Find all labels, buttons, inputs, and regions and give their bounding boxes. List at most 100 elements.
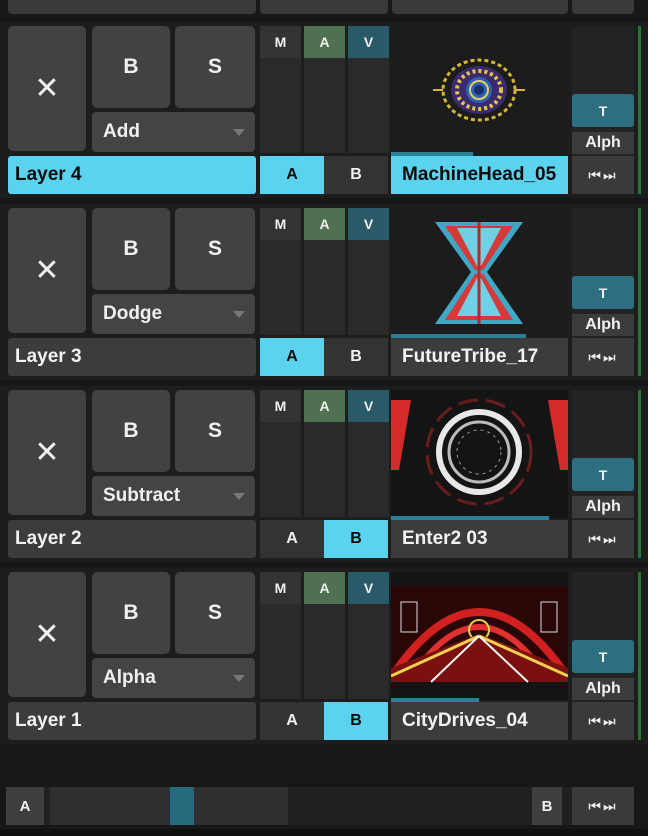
crossfader-b-button[interactable]: B [324,520,388,558]
crossfader-a-button[interactable]: A [260,338,324,376]
crossfader-a-button[interactable]: A [260,156,324,194]
chevron-down-icon [233,311,245,318]
close-layer-button[interactable]: ✕ [8,208,86,333]
solo-button[interactable]: S [175,572,255,654]
solo-button[interactable]: S [175,26,255,108]
bypass-button[interactable]: B [92,572,170,654]
crossfader-bar: A B ⏮⏭ [6,787,634,825]
blend-mode-select[interactable]: Add [92,112,255,152]
transition-button[interactable]: T [572,94,634,127]
crossfader-a-button[interactable]: A [260,520,324,558]
blend-mode-select[interactable]: Dodge [92,294,255,334]
hourglass-thumbnail-graphic [391,208,568,336]
transition-button[interactable]: T [572,640,634,673]
clip-thumbnail[interactable] [391,390,568,518]
bypass-button[interactable]: B [92,208,170,290]
top-strip [0,0,648,18]
layer-above-nav-edge [572,0,634,14]
master-fader[interactable]: M [260,390,301,517]
solo-button[interactable]: S [175,208,255,290]
transition-mode-button[interactable]: Alph [572,496,634,518]
bypass-button[interactable]: B [92,26,170,108]
video-label: V [348,26,389,58]
layer-above-ab-edge [260,0,388,14]
master-label: M [260,572,301,604]
layer-activity-indicator [638,208,641,376]
audio-fader[interactable]: A [304,26,345,153]
master-label: M [260,26,301,58]
audio-label: A [304,26,345,58]
close-layer-button[interactable]: ✕ [8,390,86,515]
blend-mode-value: Subtract [103,485,181,506]
video-label: V [348,572,389,604]
close-layer-button[interactable]: ✕ [8,572,86,697]
clip-thumbnail[interactable] [391,208,568,336]
global-nav-buttons[interactable]: ⏮⏭ [572,787,634,825]
transition-button[interactable]: T [572,276,634,309]
audio-label: A [304,390,345,422]
chevron-down-icon [233,129,245,136]
clip-nav-buttons[interactable]: ⏮⏭ [572,702,634,740]
crossfader-b-button[interactable]: B [324,702,388,740]
clip-nav-buttons[interactable]: ⏮⏭ [572,156,634,194]
crossfader-a-button[interactable]: A [260,702,324,740]
blend-mode-value: Add [103,121,140,142]
transition-button[interactable]: T [572,458,634,491]
city-tunnel-thumbnail-graphic [391,572,568,700]
crossfader-handle[interactable] [170,787,194,825]
transition-mode-button[interactable]: Alph [572,132,634,154]
video-fader[interactable]: V [348,208,389,335]
audio-label: A [304,572,345,604]
transition-mode-button[interactable]: Alph [572,314,634,336]
clip-thumbnail[interactable] [391,572,568,700]
solo-button[interactable]: S [175,390,255,472]
layer-row-4: ✕ B S Add Layer 4 M A V A B MachineHead_… [0,22,648,198]
layer-row-1: ✕ B S Alpha Layer 1 M A V A B CityDrives… [0,568,648,744]
layer-name[interactable]: Layer 3 [8,338,256,376]
clip-nav-buttons[interactable]: ⏮⏭ [572,338,634,376]
layer-name[interactable]: Layer 4 [8,156,256,194]
blend-mode-select[interactable]: Subtract [92,476,255,516]
crossfader-b-label[interactable]: B [532,787,562,825]
layer-name[interactable]: Layer 1 [8,702,256,740]
blend-mode-value: Dodge [103,303,163,324]
layer-above-clip-edge [392,0,568,14]
close-layer-button[interactable]: ✕ [8,26,86,151]
chevron-down-icon [233,675,245,682]
blend-mode-select[interactable]: Alpha [92,658,255,698]
clip-thumbnail[interactable] [391,26,568,154]
video-label: V [348,390,389,422]
master-fader[interactable]: M [260,208,301,335]
transition-mode-button[interactable]: Alph [572,678,634,700]
crossfader-a-label[interactable]: A [6,787,44,825]
tunnel-ring-thumbnail-graphic [391,390,568,518]
layer-name[interactable]: Layer 2 [8,520,256,558]
crossfader-b-button[interactable]: B [324,156,388,194]
bypass-button[interactable]: B [92,390,170,472]
layer-row-2: ✕ B S Subtract Layer 2 M A V A B Enter2 … [0,386,648,562]
video-fader[interactable]: V [348,26,389,153]
clip-name[interactable]: CityDrives_04 [391,702,568,740]
master-label: M [260,390,301,422]
video-fader[interactable]: V [348,390,389,517]
clip-nav-buttons[interactable]: ⏮⏭ [572,520,634,558]
layer-row-3: ✕ B S Dodge Layer 3 M A V A B FutureTrib… [0,204,648,380]
audio-fader[interactable]: A [304,208,345,335]
master-fader[interactable]: M [260,26,301,153]
clip-name[interactable]: FutureTribe_17 [391,338,568,376]
chevron-down-icon [233,493,245,500]
audio-fader[interactable]: A [304,572,345,699]
clip-name[interactable]: Enter2 03 [391,520,568,558]
master-fader[interactable]: M [260,572,301,699]
crossfader-b-button[interactable]: B [324,338,388,376]
crossfader-slider[interactable] [50,787,288,825]
video-fader[interactable]: V [348,572,389,699]
mandala-thumbnail-graphic [391,26,568,154]
layer-activity-indicator [638,572,641,740]
footer-strip [0,829,648,836]
layer-activity-indicator [638,26,641,194]
video-label: V [348,208,389,240]
audio-fader[interactable]: A [304,390,345,517]
clip-name[interactable]: MachineHead_05 [391,156,568,194]
master-label: M [260,208,301,240]
